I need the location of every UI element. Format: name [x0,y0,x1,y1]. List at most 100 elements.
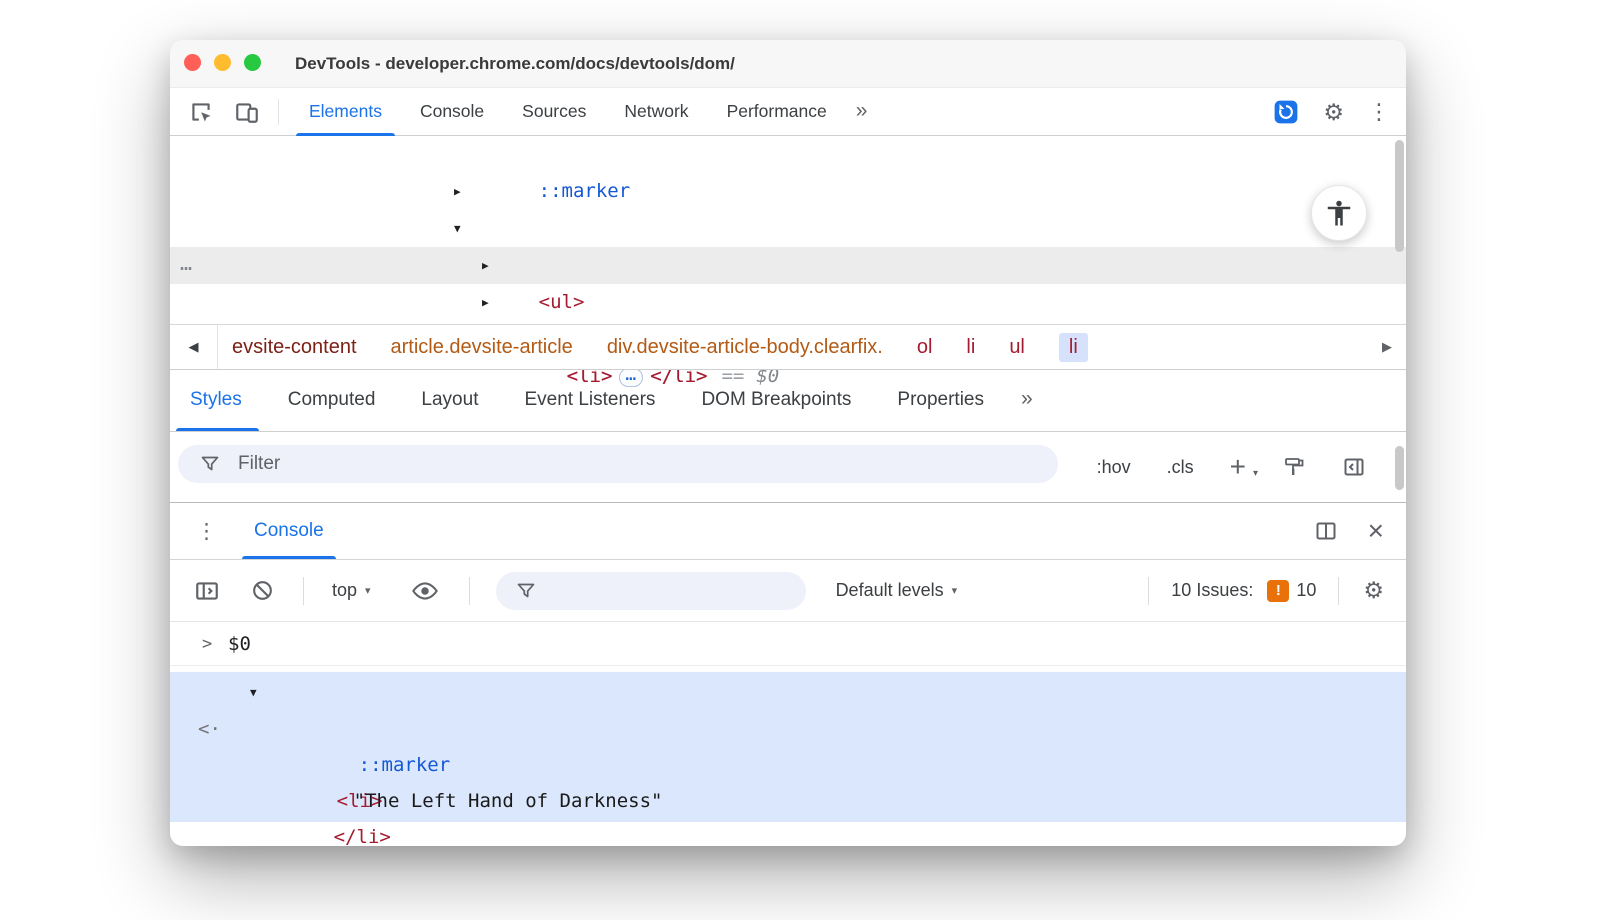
log-levels-selector[interactable]: Default levels [836,580,944,601]
expand-arrow-icon[interactable]: ▶ [482,284,489,321]
main-panel-tabs: Elements Console Sources Network Perform… [290,88,877,136]
toolbar-divider [468,576,470,605]
filter-funnel-icon [201,456,219,471]
sidebar-panel-tabs: Styles Computed Layout Event Listeners D… [170,370,1406,432]
tab-console-drawer[interactable]: Console [238,503,340,559]
filter-funnel-icon [517,583,534,597]
breadcrumb-item[interactable]: article.devsite-article [391,336,573,359]
console-command-row[interactable]: > $0 [170,622,1406,666]
window-title: DevTools - developer.chrome.com/docs/dev… [295,54,735,73]
toolbar-divider [1148,576,1150,605]
tab-event-listeners[interactable]: Event Listeners [501,370,678,431]
breadcrumb-scroll-right-icon[interactable]: ▶ [1382,339,1392,355]
breadcrumb-item[interactable]: ol [917,336,933,359]
clear-console-icon[interactable] [250,578,275,603]
tab-sources[interactable]: Sources [503,88,605,136]
styles-filter-row: :hov .cls +▾ [170,432,1406,502]
dock-sidebar-icon[interactable] [1342,455,1366,479]
split-panel-icon[interactable] [1314,519,1338,543]
tab-dom-breakpoints[interactable]: DOM Breakpoints [678,370,874,431]
expand-arrow-icon[interactable]: ▶ [454,173,461,210]
breadcrumb-item[interactable]: ul [1009,336,1025,359]
console-toolbar: top ▾ Default levels ▾ 10 Issues: ! 10 ⚙ [170,560,1406,622]
breadcrumb-scroll-left-icon[interactable]: ◀ [170,325,218,369]
accessibility-indicator [1311,185,1367,241]
execution-context-selector[interactable]: top [332,580,357,601]
devtools-window: DevTools - developer.chrome.com/docs/dev… [170,40,1406,846]
more-panels-icon[interactable]: » [1007,370,1047,431]
styles-filter-box[interactable] [178,445,1058,483]
breadcrumb: ◀ evsite-content article.devsite-article… [170,324,1406,370]
breadcrumb-item-selected[interactable]: li [1058,332,1088,362]
collapse-arrow-icon[interactable]: ▼ [250,675,257,711]
result-tag-close[interactable]: </li> [334,826,391,846]
chevron-down-icon: ▾ [1252,468,1258,479]
kebab-menu-icon[interactable]: ⋮ [1368,101,1390,123]
result-row[interactable]: ::marker [170,711,1406,776]
console-filter-box[interactable] [495,571,806,610]
chevron-down-icon: ▾ [951,585,958,597]
expand-arrow-icon[interactable]: ▶ [482,247,489,284]
accessibility-person-icon [1327,200,1351,226]
tab-console[interactable]: Console [401,88,503,136]
tab-elements[interactable]: Elements [290,88,401,136]
command-prompt-icon: > [202,634,213,654]
paint-roller-icon[interactable] [1282,455,1306,479]
console-drawer-header: ⋮ Console × [170,502,1406,560]
result-row[interactable]: </li> [170,783,1406,846]
tab-layout[interactable]: Layout [398,370,501,431]
breadcrumb-item[interactable]: li [966,336,975,359]
tab-properties[interactable]: Properties [874,370,1007,431]
devtools-toolbar: Elements Console Sources Network Perform… [170,88,1406,136]
traffic-maximize-button[interactable] [244,54,261,71]
dom-tree-scrollbar[interactable] [1395,140,1404,252]
breadcrumb-item[interactable]: evsite-content [232,336,357,359]
styles-controls: :hov .cls + ▾ [1097,432,1366,502]
inspect-element-icon[interactable] [188,99,214,125]
console-filter-input[interactable] [547,579,788,602]
styles-scrollbar[interactable] [1395,446,1404,490]
console-result-block[interactable]: <· ▼ <li> ::marker "The Left Hand of Dar… [170,672,1406,846]
live-expression-eye-icon[interactable] [411,577,439,605]
titlebar: DevTools - developer.chrome.com/docs/dev… [170,40,1406,88]
tab-styles[interactable]: Styles [170,370,265,431]
toolbar-divider [1338,576,1340,605]
traffic-minimize-button[interactable] [214,54,231,71]
close-drawer-icon[interactable]: × [1368,517,1384,545]
tab-performance[interactable]: Performance [708,88,846,136]
dom-tree-row-ul[interactable]: ▼ <ul> [170,210,1406,313]
dom-tree-row-p[interactable]: ▶ <p>…</p> [170,173,1406,276]
breadcrumb-item[interactable]: div.devsite-article-body.clearfix. [607,336,883,359]
toggle-hover-state-button[interactable]: :hov [1097,457,1131,478]
drawer-kebab-menu-icon[interactable]: ⋮ [196,503,217,561]
more-tabs-icon[interactable]: » [846,88,878,136]
command-text: $0 [228,633,251,655]
extension-icon[interactable] [1273,99,1299,125]
hover-menu-dots-icon[interactable]: … [180,245,192,282]
traffic-close-button[interactable] [184,54,201,71]
result-row[interactable]: <· ▼ <li> [170,675,1406,812]
issues-count-value[interactable]: 10 [1296,580,1316,601]
dom-tree: ::marker ▶ <p>…</p> ▼ <ul> … ▶ <li>…</li… [170,136,1406,387]
settings-gear-icon[interactable]: ⚙ [1323,100,1344,124]
dom-tree-row-li[interactable]: ▶ <li>… </li> [170,284,1406,387]
show-console-sidebar-icon[interactable] [194,578,220,604]
chevron-down-icon: ▾ [365,585,371,597]
breadcrumb-list: evsite-content article.devsite-article d… [232,332,1088,362]
console-settings-gear-icon[interactable]: ⚙ [1363,579,1384,602]
toolbar-right-controls: ⚙ ⋮ [1273,88,1390,136]
device-toolbar-icon[interactable] [234,99,260,125]
new-style-rule-button[interactable]: + ▾ [1230,453,1258,481]
tab-computed[interactable]: Computed [265,370,399,431]
result-row[interactable]: "The Left Hand of Darkness" [170,747,1406,812]
toolbar-divider [278,99,279,125]
issues-count-label[interactable]: 10 Issues: [1171,580,1253,601]
drawer-right-controls: × [1314,503,1384,559]
dom-tree-row-li-selected[interactable]: … ▶ <li>…</li>==$0 [170,245,1406,387]
collapse-arrow-icon[interactable]: ▼ [454,210,461,247]
tab-network[interactable]: Network [605,88,707,136]
dom-tree-row-marker[interactable]: ::marker [170,136,1406,202]
toggle-class-button[interactable]: .cls [1167,457,1194,478]
issues-badge-icon[interactable]: ! [1267,579,1290,602]
styles-filter-input[interactable] [236,452,936,476]
